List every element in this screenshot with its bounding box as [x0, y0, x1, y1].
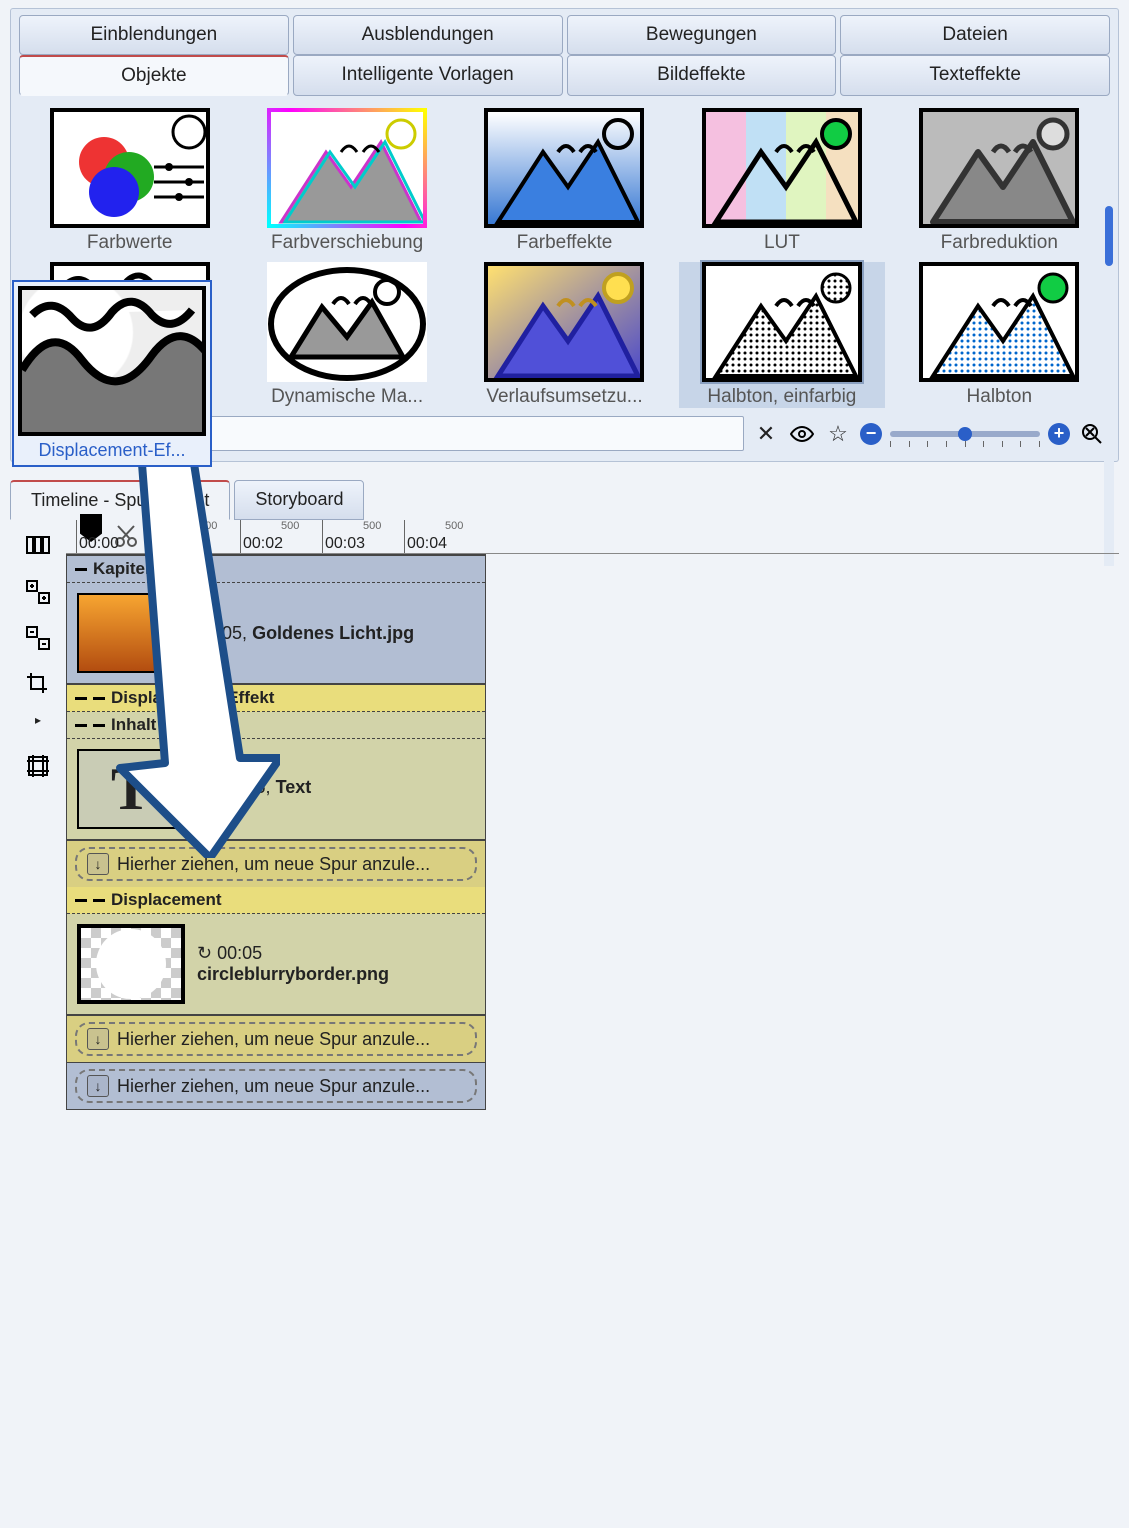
loop-icon: ↻ — [197, 943, 212, 963]
tab-dateien[interactable]: Dateien — [840, 15, 1110, 55]
tab-objekte[interactable]: Objekte — [19, 55, 289, 96]
effect-verlaufsumsetzung[interactable]: Verlaufsumsetzu... — [462, 262, 667, 408]
track-head-inhalt[interactable]: Inhalt — [67, 712, 485, 739]
tracks-container: Kapitel 00:05, Goldenes Licht.jpg Displa… — [66, 554, 486, 1110]
drop-zone-2[interactable]: ↓Hierher ziehen, um neue Spur anzule... — [67, 1015, 485, 1062]
tool-add-track-icon[interactable] — [22, 576, 54, 608]
clip-thumb-text: T — [77, 749, 185, 829]
tool-crop-more-icon[interactable]: ▸ — [22, 704, 54, 736]
zoom-reset-icon[interactable] — [1078, 420, 1106, 448]
tab-row-2: Objekte Intelligente Vorlagen Bildeffekt… — [11, 55, 1118, 96]
track-head-displacement[interactable]: Displacement-Effekt — [67, 685, 485, 712]
tool-frame-icon[interactable] — [22, 750, 54, 782]
effect-farbeffekte[interactable]: Farbeffekte — [462, 108, 667, 254]
tool-markers-icon[interactable] — [22, 530, 54, 562]
clip-circleblurry[interactable]: ↻ 00:05circleblurryborder.png — [67, 914, 485, 1015]
track-chapter: Kapitel 00:05, Goldenes Licht.jpg — [67, 555, 485, 684]
timeline-tabs: Timeline - Spuransicht Storyboard — [10, 480, 1119, 520]
timeline-panel: Timeline - Spuransicht Storyboard ▸ 00:0… — [10, 480, 1119, 1110]
track-head-chapter[interactable]: Kapitel — [67, 556, 485, 583]
tab-timeline-spuransicht[interactable]: Timeline - Spuransicht — [10, 480, 230, 520]
preview-eye-icon[interactable] — [788, 420, 816, 448]
effect-lut[interactable]: LUT — [679, 108, 884, 254]
clip-thumb-image — [77, 593, 185, 673]
tab-row-1: Einblendungen Ausblendungen Bewegungen D… — [11, 9, 1118, 55]
tab-bewegungen[interactable]: Bewegungen — [567, 15, 837, 55]
tool-crop-icon[interactable] — [22, 668, 54, 700]
effect-dynamische-maske[interactable]: Dynamische Ma... — [244, 262, 449, 408]
timeline-main: 00:00 50000:01 50000:02 50000:03 50000:0… — [66, 520, 1119, 1110]
drag-preview-displacement: Displacement-Ef... — [12, 280, 212, 467]
tool-remove-track-icon[interactable] — [22, 622, 54, 654]
clip-goldenes-licht[interactable]: 00:05, Goldenes Licht.jpg — [67, 583, 485, 684]
drop-zone-1[interactable]: ↓Hierher ziehen, um neue Spur anzule... — [67, 840, 485, 887]
effect-farbverschiebung[interactable]: Farbverschiebung — [244, 108, 449, 254]
track-displacement-effekt: Displacement-Effekt Inhalt T Tx 00:05, T… — [67, 684, 485, 1109]
tab-intelligente-vorlagen[interactable]: Intelligente Vorlagen — [293, 55, 563, 96]
effect-halbton-einfarbig[interactable]: Halbton, einfarbig — [679, 262, 884, 408]
drop-zone-3[interactable]: ↓Hierher ziehen, um neue Spur anzule... — [67, 1062, 485, 1109]
tab-bildeffekte[interactable]: Bildeffekte — [567, 55, 837, 96]
tab-einblendungen[interactable]: Einblendungen — [19, 15, 289, 55]
zoom-in-button[interactable]: + — [1048, 423, 1070, 445]
effect-halbton[interactable]: Halbton — [897, 262, 1102, 408]
timeline-toolbar: ▸ — [10, 520, 66, 1110]
clear-icon[interactable]: ✕ — [752, 420, 780, 448]
arrow-down-icon: ↓ — [87, 853, 109, 875]
clip-thumb-circle — [77, 924, 185, 1004]
timeline-ruler[interactable]: 00:00 50000:01 50000:02 50000:03 50000:0… — [66, 520, 1119, 554]
arrow-down-icon: ↓ — [87, 1075, 109, 1097]
effect-farbreduktion[interactable]: Farbreduktion — [897, 108, 1102, 254]
tab-storyboard[interactable]: Storyboard — [234, 480, 364, 520]
favorite-star-icon[interactable]: ☆ — [824, 420, 852, 448]
arrow-down-icon: ↓ — [87, 1028, 109, 1050]
track-head-displacement-2[interactable]: Displacement — [67, 887, 485, 914]
effect-farbwerte[interactable]: Farbwerte — [27, 108, 232, 254]
clip-text[interactable]: T Tx 00:05, Text — [67, 739, 485, 840]
zoom-slider[interactable] — [890, 431, 1040, 437]
tab-ausblendungen[interactable]: Ausblendungen — [293, 15, 563, 55]
zoom-out-button[interactable]: − — [860, 423, 882, 445]
tab-texteffekte[interactable]: Texteffekte — [840, 55, 1110, 96]
effects-scrollbar[interactable] — [1104, 206, 1114, 566]
